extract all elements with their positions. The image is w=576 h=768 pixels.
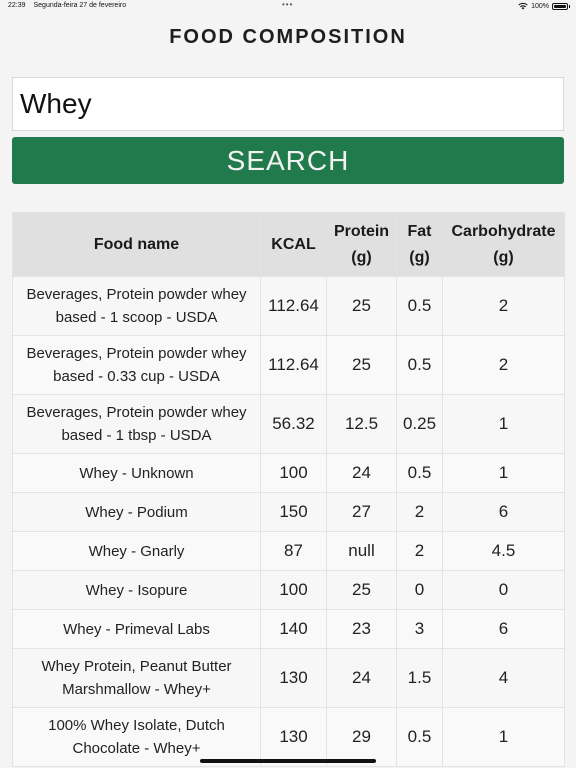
results-table: Food name KCAL Protein (g) Fat (g) Carbo…	[12, 212, 565, 767]
cell-food-name: Whey - Primeval Labs	[12, 609, 261, 649]
cell-fat: 0	[396, 570, 443, 610]
status-date: Segunda-feira 27 de fevereiro	[33, 2, 127, 9]
cell-protein: 29	[326, 707, 397, 767]
status-left: 22:39 Segunda-feira 27 de fevereiro	[8, 2, 132, 9]
cell-protein: 24	[326, 648, 397, 708]
cell-carbohydrate: 2	[442, 276, 565, 336]
header-food-name: Food name	[12, 212, 261, 277]
cell-carbohydrate: 6	[442, 609, 565, 649]
cell-fat: 2	[396, 492, 443, 532]
cell-fat: 0.5	[396, 335, 443, 395]
page-title: FOOD COMPOSITION	[169, 26, 407, 48]
cell-food-name: Beverages, Protein powder whey based - 1…	[12, 394, 261, 454]
table-row[interactable]: Beverages, Protein powder whey based - 1…	[12, 276, 565, 336]
cell-food-name: 100% Whey Isolate, Dutch Chocolate - Whe…	[12, 707, 261, 767]
cell-kcal: 130	[260, 648, 327, 708]
cell-fat: 1.5	[396, 648, 443, 708]
battery-icon	[552, 2, 570, 10]
table-row[interactable]: Whey - Gnarly 87 null 2 4.5	[12, 531, 565, 571]
cell-carbohydrate: 4.5	[442, 531, 565, 571]
table-row[interactable]: Beverages, Protein powder whey based - 0…	[12, 335, 565, 395]
status-right: 100%	[518, 2, 570, 10]
cell-fat: 0.5	[396, 276, 443, 336]
cell-protein: 23	[326, 609, 397, 649]
table-row[interactable]: Beverages, Protein powder whey based - 1…	[12, 394, 565, 454]
table-row[interactable]: Whey Protein, Peanut Butter Marshmallow …	[12, 648, 565, 708]
cell-carbohydrate: 1	[442, 394, 565, 454]
cell-kcal: 56.32	[260, 394, 327, 454]
header-kcal: KCAL	[260, 212, 327, 277]
cell-kcal: 150	[260, 492, 327, 532]
header-carbohydrate: Carbohydrate (g)	[442, 212, 565, 277]
search-button[interactable]: SEARCH	[12, 137, 564, 184]
cell-protein: 12.5	[326, 394, 397, 454]
cell-fat: 0.5	[396, 707, 443, 767]
status-bar: 22:39 Segunda-feira 27 de fevereiro ••• …	[0, 0, 576, 14]
cell-carbohydrate: 2	[442, 335, 565, 395]
home-indicator[interactable]	[200, 759, 376, 763]
cell-carbohydrate: 4	[442, 648, 565, 708]
cell-protein: 24	[326, 453, 397, 493]
cell-kcal: 100	[260, 570, 327, 610]
cell-protein: 25	[326, 570, 397, 610]
cell-fat: 0.5	[396, 453, 443, 493]
cell-food-name: Whey - Gnarly	[12, 531, 261, 571]
cell-protein: null	[326, 531, 397, 571]
search-input[interactable]	[12, 77, 564, 131]
cell-carbohydrate: 6	[442, 492, 565, 532]
cell-food-name: Beverages, Protein powder whey based - 0…	[12, 335, 261, 395]
cell-food-name: Whey - Unknown	[12, 453, 261, 493]
cell-food-name: Whey Protein, Peanut Butter Marshmallow …	[12, 648, 261, 708]
cell-protein: 25	[326, 276, 397, 336]
cell-kcal: 112.64	[260, 335, 327, 395]
status-time: 22:39	[8, 2, 26, 9]
cell-fat: 3	[396, 609, 443, 649]
header-fat: Fat (g)	[396, 212, 443, 277]
battery-percent: 100%	[531, 2, 549, 10]
cell-protein: 25	[326, 335, 397, 395]
table-row[interactable]: Whey - Podium 150 27 2 6	[12, 492, 565, 532]
cell-kcal: 140	[260, 609, 327, 649]
cell-carbohydrate: 0	[442, 570, 565, 610]
table-row[interactable]: 100% Whey Isolate, Dutch Chocolate - Whe…	[12, 707, 565, 767]
cell-food-name: Whey - Isopure	[12, 570, 261, 610]
cell-carbohydrate: 1	[442, 453, 565, 493]
cell-food-name: Beverages, Protein powder whey based - 1…	[12, 276, 261, 336]
multitasking-dots[interactable]: •••	[282, 0, 293, 9]
cell-protein: 27	[326, 492, 397, 532]
table-row[interactable]: Whey - Isopure 100 25 0 0	[12, 570, 565, 610]
wifi-icon	[518, 2, 528, 10]
results-table-container: Food name KCAL Protein (g) Fat (g) Carbo…	[12, 212, 565, 767]
header-protein: Protein (g)	[326, 212, 397, 277]
cell-kcal: 112.64	[260, 276, 327, 336]
cell-fat: 2	[396, 531, 443, 571]
cell-fat: 0.25	[396, 394, 443, 454]
cell-kcal: 100	[260, 453, 327, 493]
table-header-row: Food name KCAL Protein (g) Fat (g) Carbo…	[12, 212, 565, 277]
table-row[interactable]: Whey - Unknown 100 24 0.5 1	[12, 453, 565, 493]
cell-carbohydrate: 1	[442, 707, 565, 767]
table-row[interactable]: Whey - Primeval Labs 140 23 3 6	[12, 609, 565, 649]
cell-kcal: 130	[260, 707, 327, 767]
cell-kcal: 87	[260, 531, 327, 571]
cell-food-name: Whey - Podium	[12, 492, 261, 532]
